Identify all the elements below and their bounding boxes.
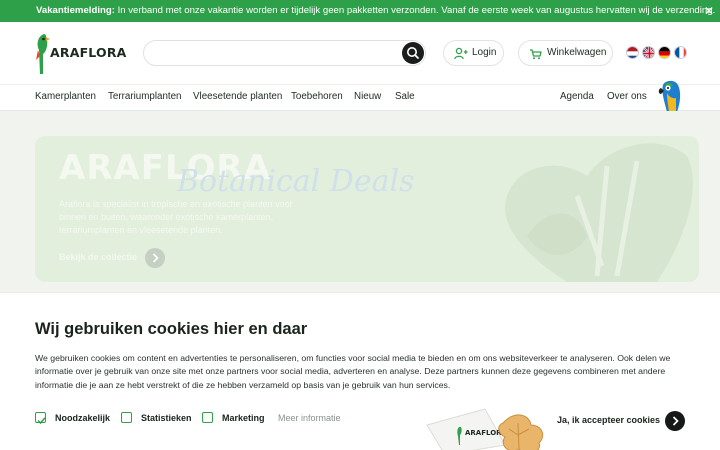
- main-nav: Kamerplanten Terrariumplanten Vleesetend…: [0, 84, 720, 111]
- hero-script-title: Botanical Deals: [177, 164, 415, 199]
- option-noodzakelijk-label: Noodzakelijk: [55, 413, 111, 423]
- checkbox-marketing[interactable]: [202, 412, 213, 423]
- macaw-mascot-icon: [658, 80, 681, 112]
- flag-nl-icon[interactable]: [626, 46, 639, 59]
- nav-item-sale[interactable]: Sale: [395, 91, 415, 102]
- checkmark-icon: [37, 417, 46, 425]
- hero-description: Araflora is specialist in tropische en e…: [59, 199, 293, 235]
- announcement-bar: Vakantiemelding: In verband met onze vak…: [0, 0, 720, 22]
- user-add-icon: [454, 47, 468, 60]
- cookie-bag-image: ARAFLORA: [426, 408, 544, 450]
- cookie-title: Wij gebruiken cookies hier en daar: [35, 320, 308, 338]
- login-label: Login: [472, 47, 497, 58]
- hero-cta-button[interactable]: [145, 248, 165, 268]
- search-button[interactable]: [402, 42, 424, 64]
- logo[interactable]: ARAFLORA: [34, 30, 126, 76]
- announcement-text: In verband met onze vakantie worden er t…: [114, 5, 716, 16]
- nav-item-over-ons[interactable]: Over ons: [607, 91, 647, 102]
- announcement-label: Vakantiemelding:: [36, 5, 115, 16]
- cookie-body: We gebruiken cookies om content en adver…: [35, 353, 671, 390]
- cart-button[interactable]: Winkelwagen: [518, 40, 613, 66]
- nav-item-toebehoren[interactable]: Toebehoren: [291, 91, 343, 102]
- hero-cta-link[interactable]: Bekijk de collectie: [59, 252, 137, 262]
- nav-item-nieuw[interactable]: Nieuw: [354, 91, 381, 102]
- chevron-right-icon: [672, 416, 679, 426]
- search-input[interactable]: [154, 45, 394, 63]
- site-header: ARAFLORA Login Winkelwagen: [0, 22, 720, 84]
- search-bar: [143, 40, 426, 66]
- flag-fr-icon[interactable]: [674, 46, 687, 59]
- checkbox-statistieken[interactable]: [121, 412, 132, 423]
- monstera-leaf-icon: [505, 143, 693, 282]
- flag-de-icon[interactable]: [658, 46, 671, 59]
- nav-item-agenda[interactable]: Agenda: [560, 91, 594, 102]
- more-info-link[interactable]: Meer informatie: [278, 413, 341, 423]
- flag-en-icon[interactable]: [642, 46, 655, 59]
- checkbox-noodzakelijk[interactable]: [35, 412, 46, 425]
- option-marketing-label: Marketing: [222, 413, 265, 423]
- nav-item-vleesetende-planten[interactable]: Vleesetende planten: [193, 91, 282, 102]
- chevron-right-icon: [152, 253, 159, 263]
- cookie-banner: Wij gebruiken cookies hier en daar We ge…: [0, 292, 720, 450]
- logo-text: ARAFLORA: [50, 45, 127, 60]
- login-button[interactable]: Login: [443, 40, 504, 66]
- nav-item-terrariumplanten[interactable]: Terrariumplanten: [108, 91, 182, 102]
- cart-icon: [530, 49, 542, 60]
- nav-item-kamerplanten[interactable]: Kamerplanten: [35, 91, 96, 102]
- option-statistieken-label: Statistieken: [141, 413, 192, 423]
- accept-cookies-button[interactable]: [665, 411, 685, 431]
- close-icon[interactable]: ✕: [704, 0, 714, 22]
- accept-cookies-label[interactable]: Ja, ik accepteer cookies: [557, 415, 660, 425]
- search-icon: [407, 47, 419, 59]
- hero-banner: ARAFLORA Botanical Deals Araflora is spe…: [35, 136, 699, 282]
- cart-label: Winkelwagen: [547, 47, 607, 58]
